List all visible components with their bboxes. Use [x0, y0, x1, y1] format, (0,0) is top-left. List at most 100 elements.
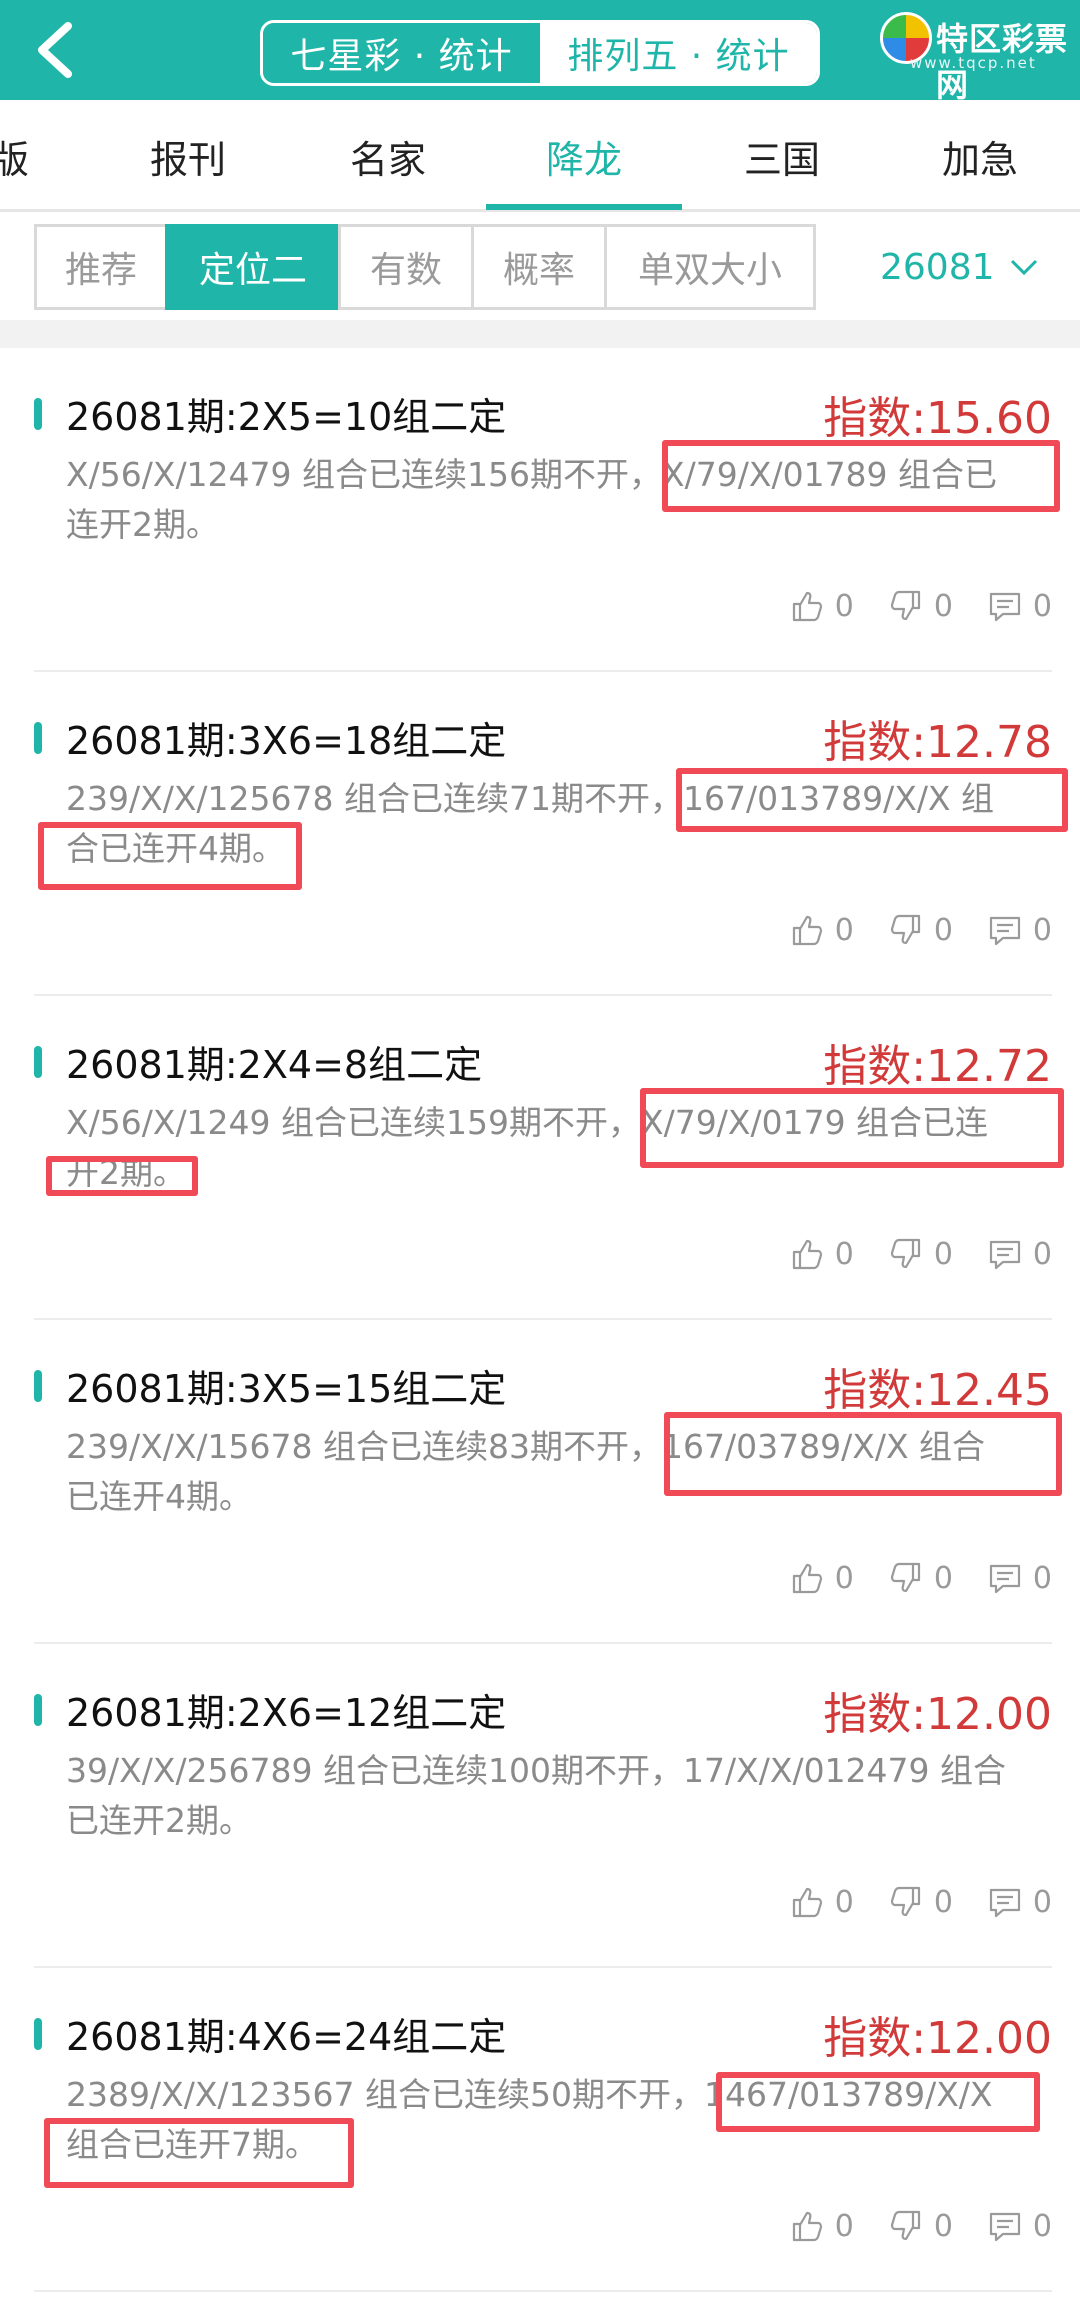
- dislike-button[interactable]: 0: [888, 2208, 953, 2244]
- like-count: 0: [834, 1884, 854, 1920]
- dislike-count: 0: [933, 1236, 953, 1272]
- comment-count: 0: [1032, 912, 1052, 948]
- card-index: 指数:12.00: [823, 2013, 1052, 2064]
- card-actions: 0 0 0: [755, 1884, 1052, 1920]
- card-actions: 0 0 0: [755, 912, 1052, 948]
- card-title: 26081期:2X6=12组二定: [66, 1691, 507, 1735]
- comment-icon: [989, 1564, 1021, 1594]
- comment-button[interactable]: 0: [987, 1236, 1052, 1272]
- tab-category-4[interactable]: 三国: [682, 100, 882, 212]
- comment-button[interactable]: 0: [987, 1884, 1052, 1920]
- dislike-count: 0: [933, 2208, 953, 2244]
- highlight-box: [662, 440, 1060, 512]
- like-button[interactable]: 0: [789, 1560, 854, 1596]
- comment-icon: [989, 1240, 1021, 1270]
- thumbs-down-icon: [890, 1238, 920, 1269]
- like-button[interactable]: 0: [789, 588, 854, 624]
- card-title: 26081期:2X4=8组二定: [66, 1043, 483, 1087]
- thumbs-up-icon: [792, 1887, 822, 1918]
- dislike-button[interactable]: 0: [888, 1560, 953, 1596]
- card-title: 26081期:4X6=24组二定: [66, 2015, 507, 2059]
- thumbs-down-icon: [890, 590, 920, 621]
- like-count: 0: [834, 1560, 854, 1596]
- comment-button[interactable]: 0: [987, 2208, 1052, 2244]
- thumbs-up-icon: [792, 2211, 822, 2242]
- like-count: 0: [834, 588, 854, 624]
- card-accent-bar: [34, 398, 42, 430]
- comment-button[interactable]: 0: [987, 1560, 1052, 1596]
- card-accent-bar: [34, 1370, 42, 1402]
- recommendation-card[interactable]: 26081期:2X6=12组二定 指数:12.00 39/X/X/256789 组合…: [34, 1644, 1052, 1968]
- subtab-3[interactable]: 概率: [471, 224, 607, 310]
- period-select[interactable]: 26081: [880, 224, 1039, 310]
- active-tab-indicator: [486, 204, 682, 210]
- subtab-1[interactable]: 定位二: [165, 224, 341, 310]
- dislike-button[interactable]: 0: [888, 588, 953, 624]
- subtab-4[interactable]: 单双大小: [604, 224, 816, 310]
- dislike-count: 0: [933, 1560, 953, 1596]
- highlight-box: [664, 1412, 1062, 1496]
- comment-count: 0: [1032, 2208, 1052, 2244]
- segment-qixingcai[interactable]: 七星彩 · 统计: [263, 23, 540, 83]
- thumbs-up-icon: [792, 915, 822, 946]
- back-button[interactable]: [28, 18, 88, 82]
- site-logo: 特区彩票网 www.tqcp.net: [880, 6, 1070, 104]
- subtab-0[interactable]: 推荐: [34, 224, 168, 310]
- card-description: 39/X/X/256789 组合已连续100期不开，17/X/X/012479 …: [66, 1746, 1046, 1846]
- thumbs-down-icon: [890, 1886, 920, 1917]
- like-button[interactable]: 0: [789, 912, 854, 948]
- dislike-button[interactable]: 0: [888, 912, 953, 948]
- like-button[interactable]: 0: [789, 1884, 854, 1920]
- card-index: 指数:12.00: [823, 1689, 1052, 1740]
- comment-button[interactable]: 0: [987, 588, 1052, 624]
- like-button[interactable]: 0: [789, 2208, 854, 2244]
- like-button[interactable]: 0: [789, 1236, 854, 1272]
- highlight-box: [676, 768, 1068, 832]
- card-title: 26081期:3X5=15组二定: [66, 1367, 507, 1411]
- subtab-2[interactable]: 有数: [338, 224, 474, 310]
- tab-category-2[interactable]: 名家: [288, 100, 488, 212]
- highlight-box: [640, 1088, 1064, 1168]
- comment-count: 0: [1032, 1236, 1052, 1272]
- dislike-button[interactable]: 0: [888, 1884, 953, 1920]
- thumbs-down-icon: [890, 914, 920, 945]
- card-actions: 0 0 0: [755, 1560, 1052, 1596]
- segment-pailiewu[interactable]: 排列五 · 统计: [540, 23, 817, 83]
- chevron-down-icon: [1010, 259, 1037, 276]
- card-index: 指数:12.78: [823, 717, 1052, 768]
- lottery-segment-control: 七星彩 · 统计 排列五 · 统计: [260, 20, 820, 86]
- comment-icon: [989, 916, 1021, 946]
- tab-category-3[interactable]: 降龙: [486, 100, 682, 212]
- card-index: 指数:12.72: [823, 1041, 1052, 1092]
- card-accent-bar: [34, 2018, 42, 2050]
- card-index: 指数:12.45: [823, 1365, 1052, 1416]
- card-description-line2: 已连开2期。: [66, 1801, 252, 1840]
- card-actions: 0 0 0: [755, 2208, 1052, 2244]
- highlight-box: [46, 1156, 198, 1196]
- comment-icon: [989, 2212, 1021, 2242]
- highlight-box: [716, 2072, 1040, 2132]
- highlight-box: [38, 822, 302, 890]
- period-value: 26081: [880, 246, 995, 288]
- chevron-left-icon: [38, 22, 72, 78]
- like-count: 0: [834, 912, 854, 948]
- tab-category-0[interactable]: 版: [0, 100, 50, 212]
- thumbs-up-icon: [792, 591, 822, 622]
- comment-button[interactable]: 0: [987, 912, 1052, 948]
- card-accent-bar: [34, 1046, 42, 1078]
- card-index: 指数:15.60: [823, 393, 1052, 444]
- thumbs-down-icon: [890, 2210, 920, 2241]
- tab-category-5[interactable]: 加急: [880, 100, 1080, 212]
- comment-count: 0: [1032, 1560, 1052, 1596]
- thumbs-down-icon: [890, 1562, 920, 1593]
- comment-count: 0: [1032, 588, 1052, 624]
- top-bar: 七星彩 · 统计 排列五 · 统计 特区彩票网 www.tqcp.net: [0, 0, 1080, 104]
- like-count: 0: [834, 1236, 854, 1272]
- dislike-count: 0: [933, 588, 953, 624]
- card-accent-bar: [34, 722, 42, 754]
- logo-url: www.tqcp.net: [910, 54, 1037, 72]
- tab-category-1[interactable]: 报刊: [88, 100, 288, 212]
- dislike-button[interactable]: 0: [888, 1236, 953, 1272]
- card-accent-bar: [34, 1694, 42, 1726]
- dislike-count: 0: [933, 912, 953, 948]
